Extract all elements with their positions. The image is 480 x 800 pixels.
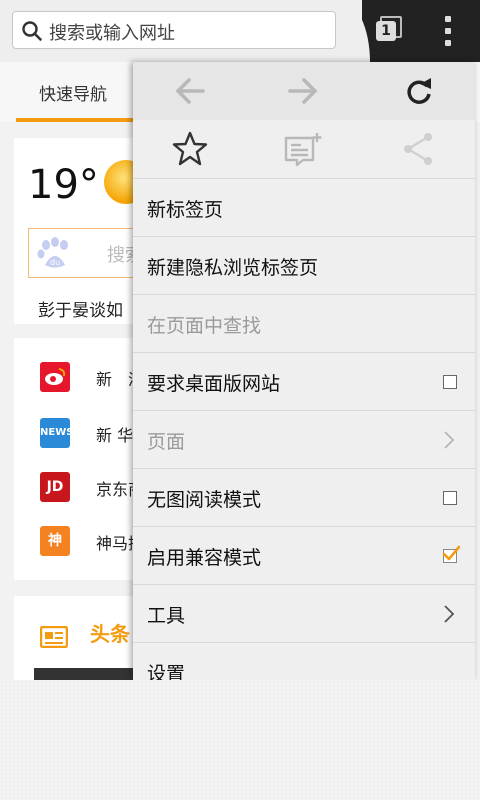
menu-item-settings[interactable]: 设置 <box>133 642 475 680</box>
headline-text[interactable]: 彭于晏谈如 <box>38 296 123 321</box>
menu-item-compat-mode[interactable]: 启用兼容模式 <box>133 526 475 584</box>
chevron-right-icon <box>444 605 455 623</box>
menu-item-new-tab[interactable]: 新标签页 <box>133 178 475 236</box>
share-icon <box>404 133 432 165</box>
menu-item-tools[interactable]: 工具 <box>133 584 475 642</box>
star-icon <box>172 131 208 166</box>
overflow-menu: 新标签页 新建隐私浏览标签页 在页面中查找 要求桌面版网站 页面 无图阅读模式 … <box>133 62 475 680</box>
url-input[interactable]: 搜索或输入网址 <box>12 11 336 49</box>
menu-item-label: 无图阅读模式 <box>147 489 262 511</box>
search-icon <box>22 21 42 41</box>
jd-icon: JD <box>40 472 70 502</box>
news-section-title[interactable]: 头条 <box>90 618 130 647</box>
share-button[interactable] <box>398 130 438 168</box>
desktop-site-checkbox[interactable] <box>443 375 457 389</box>
site-list-card: 新 浪 NEWS 新 华 网 JD 京东商 神 神马搜 <box>14 338 154 580</box>
newspaper-icon <box>40 626 68 648</box>
svg-text:du: du <box>50 258 60 267</box>
menu-item-label: 要求桌面版网站 <box>147 373 281 395</box>
urlbar-curve <box>330 0 370 62</box>
temperature: 19° <box>28 162 99 208</box>
chevron-right-icon <box>444 431 455 449</box>
back-button[interactable] <box>170 72 210 110</box>
url-placeholder: 搜索或输入网址 <box>49 23 175 44</box>
menu-item-label: 在页面中查找 <box>147 315 262 337</box>
compat-mode-checkbox[interactable] <box>442 545 460 563</box>
menu-item-no-image-mode[interactable]: 无图阅读模式 <box>133 468 475 526</box>
sina-weibo-icon <box>40 362 70 392</box>
tab-active-indicator <box>16 118 134 122</box>
no-image-checkbox[interactable] <box>443 491 457 505</box>
checkmark-icon <box>442 545 460 561</box>
xinhua-news-icon: NEWS <box>40 418 73 448</box>
menu-item-label: 新建隐私浏览标签页 <box>147 257 319 279</box>
menu-item-new-private-tab[interactable]: 新建隐私浏览标签页 <box>133 236 475 294</box>
menu-item-label: 工具 <box>147 605 186 627</box>
tab-quick-nav[interactable]: 快速导航 <box>16 80 130 105</box>
reading-list-button[interactable] <box>283 130 323 168</box>
news-card: 头条 <box>14 596 134 686</box>
bookmark-button[interactable] <box>170 130 210 168</box>
forward-button[interactable] <box>283 72 323 110</box>
browser-toolbar: 搜索或输入网址 1 <box>0 0 480 62</box>
menu-item-label: 页面 <box>147 431 186 453</box>
baidu-paw-icon: du <box>37 237 68 268</box>
menu-item-label: 新标签页 <box>147 199 224 221</box>
back-arrow-icon <box>176 78 205 104</box>
menu-item-label: 启用兼容模式 <box>147 547 262 569</box>
add-reading-list-icon <box>284 133 322 167</box>
menu-item-request-desktop[interactable]: 要求桌面版网站 <box>133 352 475 410</box>
reload-icon <box>407 78 431 104</box>
menu-nav-row <box>133 62 475 120</box>
tab-count: 1 <box>376 21 396 41</box>
menu-item-find-in-page[interactable]: 在页面中查找 <box>133 294 475 352</box>
blank-area <box>0 680 480 800</box>
menu-item-page[interactable]: 页面 <box>133 410 475 468</box>
reload-button[interactable] <box>398 72 438 110</box>
overflow-menu-icon[interactable] <box>436 14 460 48</box>
menu-actions-row <box>133 120 475 178</box>
weather-card: 19° du 搜索 彭于晏谈如 <box>14 138 158 324</box>
menu-item-label: 设置 <box>147 663 186 680</box>
shenma-icon: 神 <box>40 526 70 556</box>
tabs-counter-button[interactable]: 1 <box>372 12 410 50</box>
forward-arrow-icon <box>288 78 317 104</box>
